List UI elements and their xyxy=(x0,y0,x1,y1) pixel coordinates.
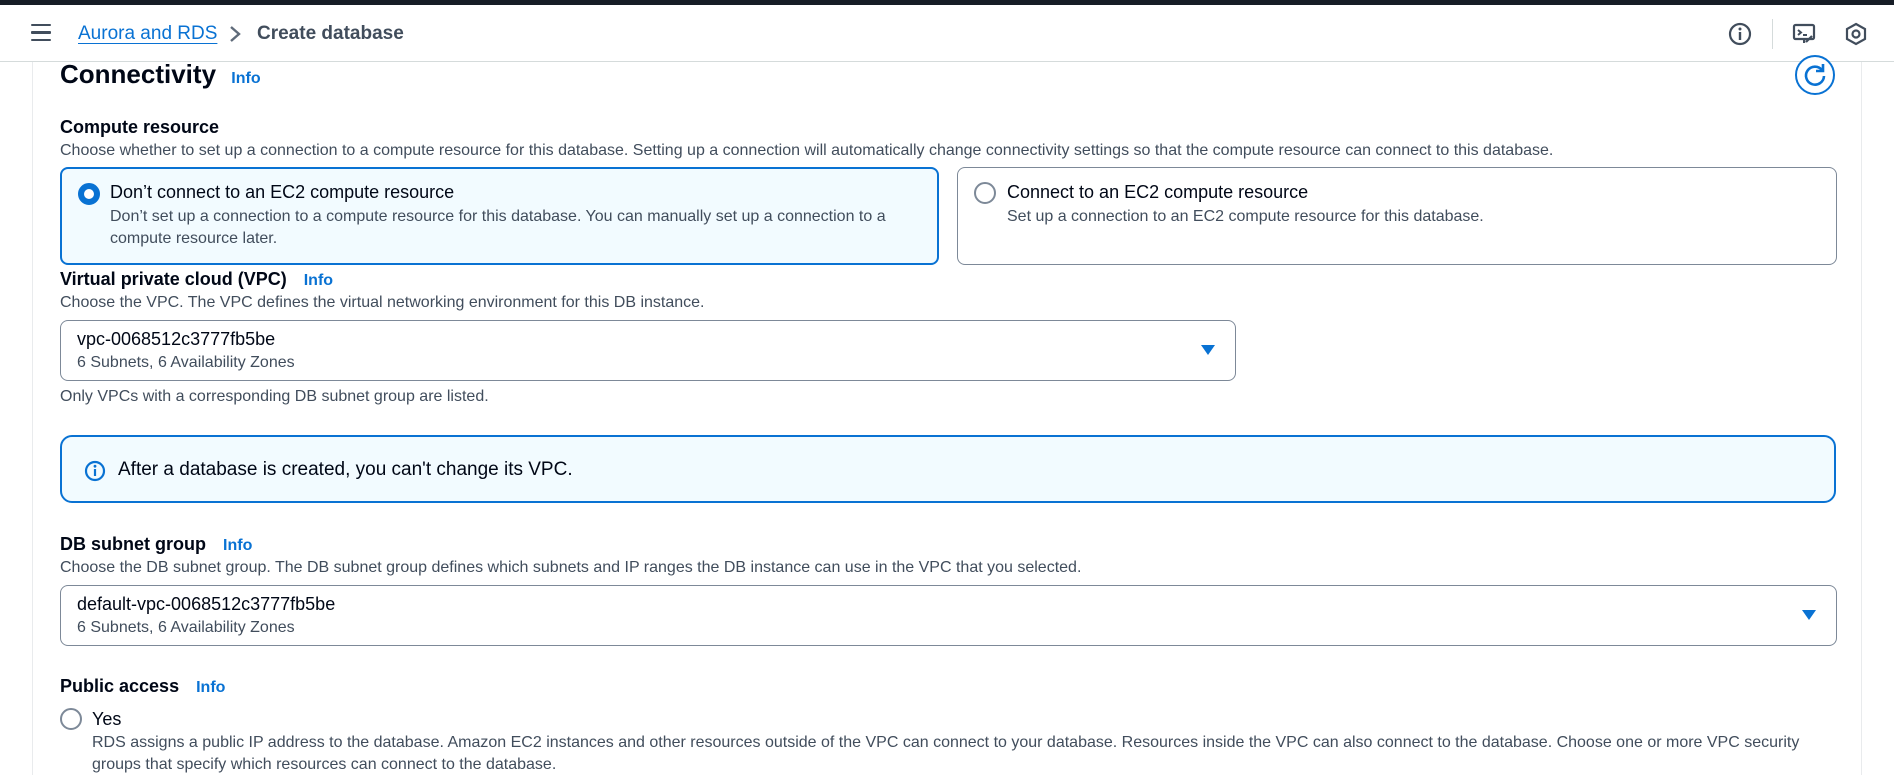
tile-dont-connect-title: Don’t connect to an EC2 compute resource xyxy=(110,182,455,202)
info-circle-icon xyxy=(84,460,106,482)
breadcrumb-aurora-and-rds[interactable]: Aurora and RDS xyxy=(78,23,217,45)
subnet-select[interactable]: default-vpc-0068512c3777fb5be 6 Subnets,… xyxy=(60,585,1837,646)
tile-connect-ec2[interactable]: Connect to an EC2 compute resource Set u… xyxy=(957,167,1837,265)
top-navigation-bar: Aurora and RDS Create database xyxy=(0,5,1894,62)
subnet-info-link[interactable]: Info xyxy=(223,537,252,554)
tile-connect-desc: Set up a connection to an EC2 compute re… xyxy=(1007,208,1484,225)
vpc-info-link[interactable]: Info xyxy=(304,272,333,289)
caret-down-icon xyxy=(1201,345,1215,355)
radio-public-access-yes[interactable] xyxy=(60,708,82,730)
connectivity-heading: Connectivity Info xyxy=(60,59,261,90)
refresh-icon xyxy=(1804,64,1826,86)
public-access-yes-label[interactable]: Yes xyxy=(92,709,121,730)
public-access-yes-desc-2: groups that specify which resources can … xyxy=(92,756,557,773)
nav-divider xyxy=(1772,19,1773,49)
tile-connect-title: Connect to an EC2 compute resource xyxy=(1007,182,1309,202)
caret-down-icon xyxy=(1802,610,1816,620)
public-access-info-link[interactable]: Info xyxy=(196,679,225,696)
tile-dont-connect-ec2[interactable]: Don’t connect to an EC2 compute resource… xyxy=(60,167,939,265)
subnet-selected-sub: 6 Subnets, 6 Availability Zones xyxy=(77,619,295,636)
connectivity-info-link[interactable]: Info xyxy=(231,70,260,87)
vpc-label: Virtual private cloud (VPC) xyxy=(60,269,287,289)
public-access-yes-desc-1: RDS assigns a public IP address to the d… xyxy=(92,734,1800,751)
vpc-selected-sub: 6 Subnets, 6 Availability Zones xyxy=(77,354,295,371)
public-access-label: Public access xyxy=(60,676,180,696)
vpc-selected-value: vpc-0068512c3777fb5be xyxy=(77,329,276,349)
subnet-description: Choose the DB subnet group. The DB subne… xyxy=(60,559,1082,576)
radio-connect-ec2[interactable] xyxy=(974,182,996,204)
settings-hex-icon[interactable] xyxy=(1844,22,1868,46)
vpc-label-row: Virtual private cloud (VPC) Info xyxy=(60,269,333,290)
chevron-right-icon xyxy=(230,26,241,42)
breadcrumb-create-database: Create database xyxy=(257,23,404,44)
compute-resource-description: Choose whether to set up a connection to… xyxy=(60,142,1554,159)
menu-icon[interactable] xyxy=(31,24,51,42)
cloudshell-icon[interactable] xyxy=(1792,22,1816,46)
tile-dont-connect-desc-1: Don’t set up a connection to a compute r… xyxy=(110,208,886,225)
public-access-label-row: Public access Info xyxy=(60,676,225,697)
subnet-label-row: DB subnet group Info xyxy=(60,534,252,555)
refresh-button[interactable] xyxy=(1795,55,1835,95)
subnet-selected-value: default-vpc-0068512c3777fb5be xyxy=(77,594,336,614)
compute-resource-label: Compute resource xyxy=(60,117,220,137)
radio-dont-connect-ec2[interactable] xyxy=(78,183,100,205)
vpc-alert-text: After a database is created, you can't c… xyxy=(118,459,573,480)
vpc-select[interactable]: vpc-0068512c3777fb5be 6 Subnets, 6 Avail… xyxy=(60,320,1236,381)
connectivity-title: Connectivity xyxy=(60,59,217,89)
subnet-label: DB subnet group xyxy=(60,534,206,554)
vpc-info-alert: After a database is created, you can't c… xyxy=(60,435,1836,503)
tile-dont-connect-desc-2: compute resource later. xyxy=(110,230,278,247)
vpc-hint: Only VPCs with a corresponding DB subnet… xyxy=(60,388,489,405)
vpc-description: Choose the VPC. The VPC defines the virt… xyxy=(60,294,705,311)
info-circle-icon[interactable] xyxy=(1728,22,1752,46)
